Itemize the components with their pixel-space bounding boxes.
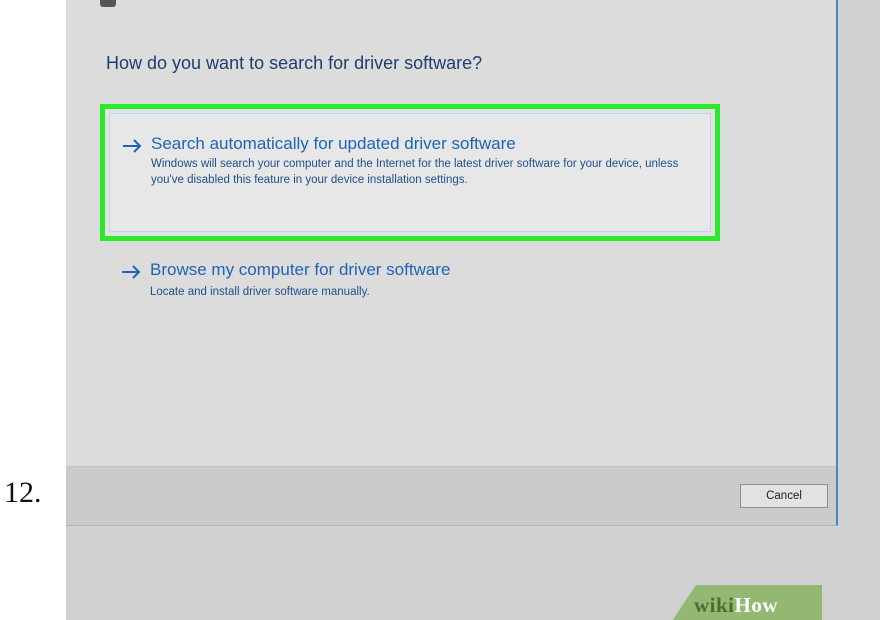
- step-number: 12.: [4, 476, 42, 509]
- dialog-heading: How do you want to search for driver sof…: [106, 53, 483, 73]
- arrow-right-icon: [122, 265, 141, 279]
- cancel-button[interactable]: Cancel: [740, 484, 828, 508]
- search-automatically-option[interactable]: Search automatically for updated driver …: [109, 113, 711, 232]
- screenshot: How do you want to search for driver sof…: [66, 0, 880, 620]
- browse-computer-option[interactable]: Browse my computer for driver software L…: [100, 256, 720, 316]
- wikihow-watermark: wikiHow: [672, 585, 822, 620]
- back-arrow-icon: [100, 0, 116, 7]
- wikihow-logo-how: How: [734, 593, 779, 617]
- browse-computer-title[interactable]: Browse my computer for driver software: [150, 260, 450, 280]
- page: 12. How do you want to search for driver…: [0, 0, 880, 620]
- arrow-right-icon: [123, 139, 142, 153]
- search-automatically-title[interactable]: Search automatically for updated driver …: [151, 134, 516, 154]
- wikihow-logo-wiki: wiki: [694, 593, 735, 617]
- search-automatically-highlight[interactable]: Search automatically for updated driver …: [100, 104, 720, 241]
- search-automatically-description: Windows will search your computer and th…: [151, 158, 679, 186]
- update-drivers-dialog: How do you want to search for driver sof…: [66, 0, 838, 526]
- wikihow-logo: wikiHow: [694, 593, 778, 618]
- browse-computer-description: Locate and install driver software manua…: [150, 286, 370, 298]
- dialog-footer: Cancel: [66, 466, 836, 525]
